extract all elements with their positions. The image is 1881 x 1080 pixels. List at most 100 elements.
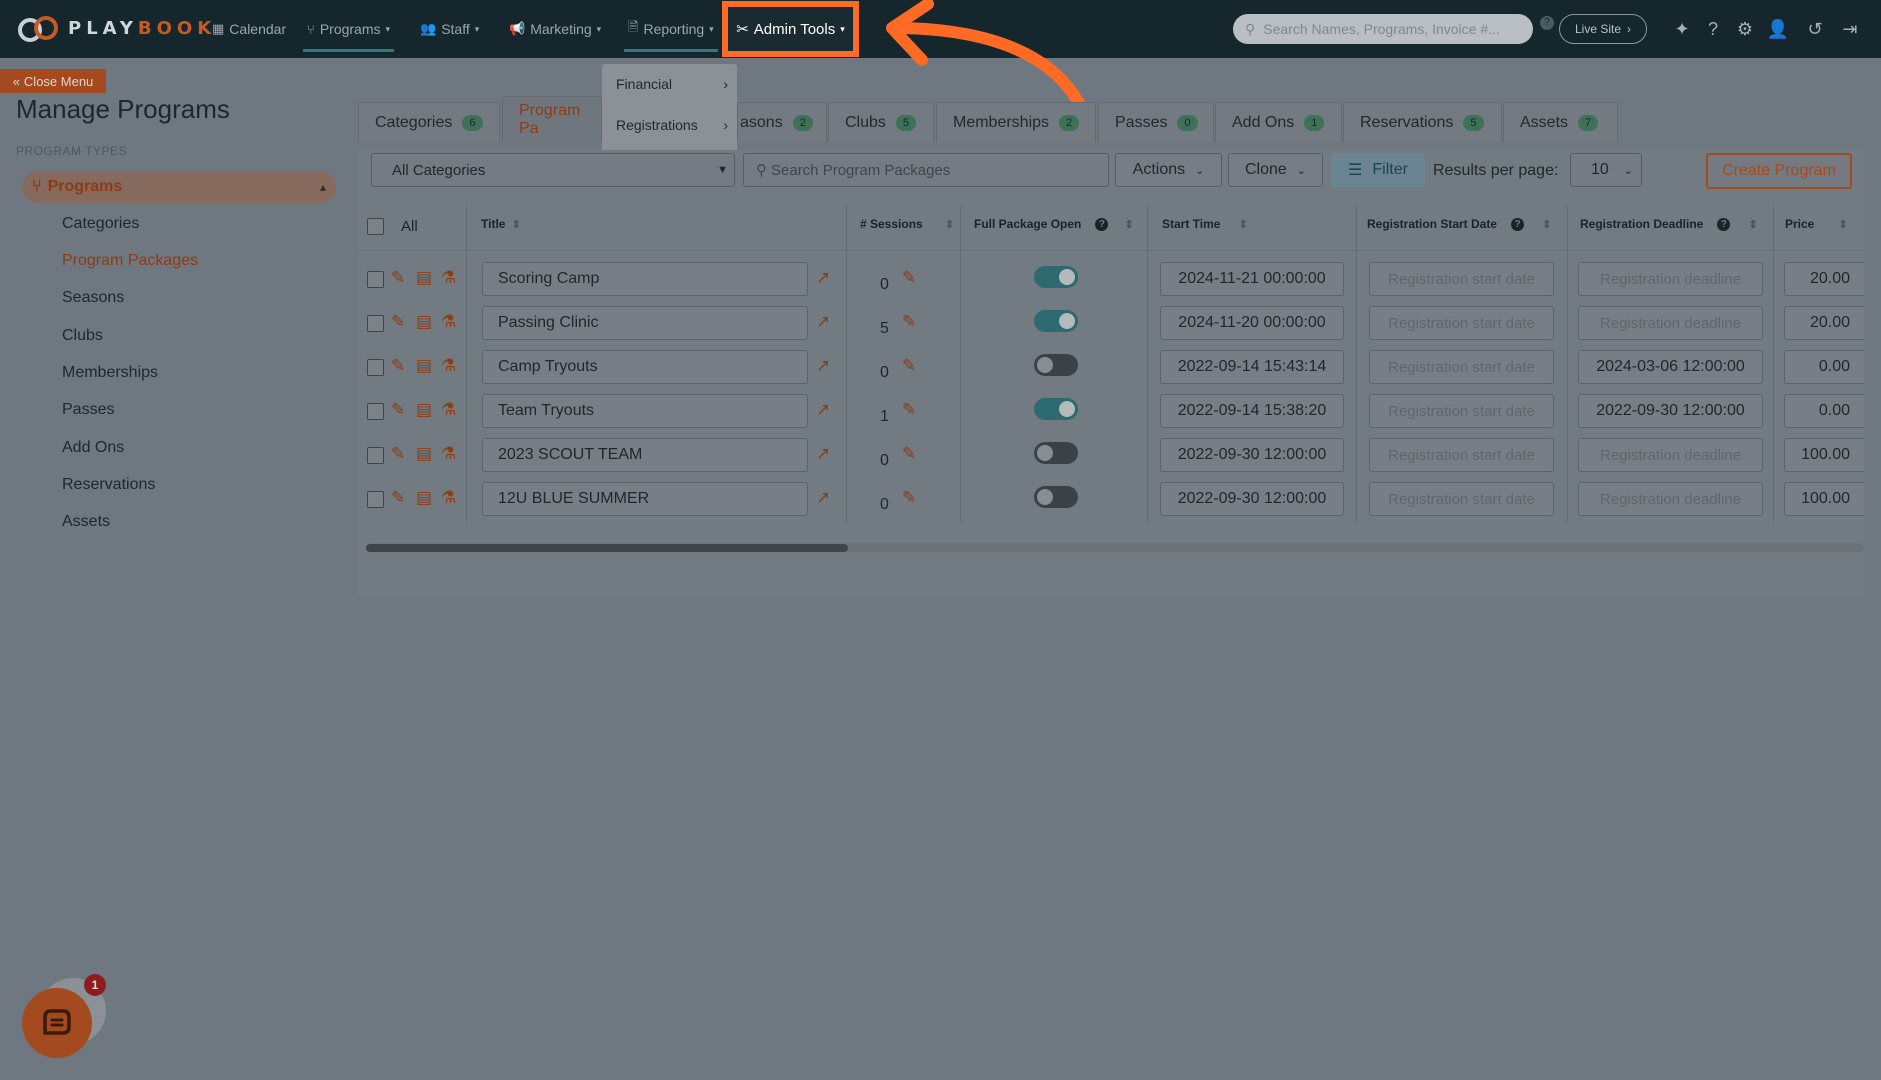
row-checkbox[interactable]	[367, 271, 384, 288]
registration-start-input[interactable]: Registration start date	[1369, 438, 1554, 472]
header-start-time[interactable]: Start Time ⇕	[1162, 217, 1248, 231]
global-search[interactable]: ⚲	[1233, 14, 1533, 44]
tab-assets[interactable]: Assets 7	[1503, 102, 1618, 142]
sidebar-item-memberships[interactable]: Memberships	[62, 364, 158, 382]
pencil-icon[interactable]: ✎	[391, 488, 405, 508]
start-time-input[interactable]: 2024-11-21 00:00:00	[1160, 262, 1344, 296]
close-menu-button[interactable]: « Close Menu	[0, 69, 106, 93]
external-link-icon[interactable]: ↗	[816, 400, 830, 420]
row-checkbox[interactable]	[367, 447, 384, 464]
list-icon[interactable]: ▤	[416, 312, 432, 332]
external-link-icon[interactable]: ↗	[816, 268, 830, 288]
pencil-icon[interactable]: ✎	[902, 400, 916, 420]
registration-start-input[interactable]: Registration start date	[1369, 306, 1554, 340]
nav-calendar[interactable]: ▦ Calendar	[212, 0, 286, 58]
full-package-toggle[interactable]	[1034, 486, 1078, 508]
pencil-icon[interactable]: ✎	[902, 312, 916, 332]
sidebar-item-categories[interactable]: Categories	[62, 215, 139, 233]
help-icon[interactable]: ?	[1511, 217, 1525, 231]
clone-button[interactable]: Clone ⌄	[1228, 153, 1323, 187]
registration-deadline-input[interactable]: Registration deadline	[1578, 482, 1763, 516]
pencil-icon[interactable]: ✎	[391, 268, 405, 288]
help-icon[interactable]: ?	[1717, 217, 1731, 231]
start-time-input[interactable]: 2024-11-20 00:00:00	[1160, 306, 1344, 340]
search-help-icon[interactable]: ?	[1540, 16, 1554, 30]
nav-reporting[interactable]: 🗎 Reporting ▾	[624, 0, 718, 58]
results-per-page-select[interactable]: 10 ⌄	[1570, 153, 1642, 187]
header-registration-deadline[interactable]: Registration Deadline? ⇕	[1580, 217, 1758, 231]
select-all-checkbox[interactable]	[367, 218, 384, 235]
header-registration-start[interactable]: Registration Start Date? ⇕	[1367, 217, 1551, 231]
add-user-icon[interactable]: 👤	[1766, 17, 1790, 41]
price-input[interactable]: 0.00	[1784, 350, 1864, 384]
external-link-icon[interactable]: ↗	[816, 444, 830, 464]
flask-icon[interactable]: ⚗	[441, 444, 456, 464]
title-input[interactable]: 2023 SCOUT TEAM	[482, 438, 808, 472]
registration-deadline-input[interactable]: 2024-03-06 12:00:00	[1578, 350, 1763, 384]
tab-passes[interactable]: Passes 0	[1098, 102, 1214, 142]
price-input[interactable]: 0.00	[1784, 394, 1864, 428]
tab-memberships[interactable]: Memberships 2	[936, 102, 1096, 142]
help-icon[interactable]: ?	[1701, 17, 1725, 41]
history-icon[interactable]: ↺	[1803, 17, 1827, 41]
flask-icon[interactable]: ⚗	[441, 312, 456, 332]
pencil-icon[interactable]: ✎	[902, 488, 916, 508]
live-site-button[interactable]: Live Site ›	[1559, 14, 1647, 44]
sidebar-item-passes[interactable]: Passes	[62, 401, 114, 419]
help-icon[interactable]: ?	[1095, 217, 1109, 231]
flask-icon[interactable]: ⚗	[441, 400, 456, 420]
pencil-icon[interactable]: ✎	[391, 400, 405, 420]
sidebar-item-program-packages[interactable]: Program Packages	[62, 252, 198, 270]
actions-button[interactable]: Actions ⌄	[1115, 153, 1222, 187]
registration-deadline-input[interactable]: 2022-09-30 12:00:00	[1578, 394, 1763, 428]
price-input[interactable]: 20.00	[1784, 262, 1864, 296]
flask-icon[interactable]: ⚗	[441, 268, 456, 288]
tab-clubs[interactable]: Clubs 5	[828, 102, 934, 142]
tab-seasons[interactable]: asons 2	[737, 102, 827, 142]
external-link-icon[interactable]: ↗	[816, 356, 830, 376]
registration-start-input[interactable]: Registration start date	[1369, 262, 1554, 296]
nav-staff[interactable]: 👥 Staff ▾	[420, 0, 479, 58]
tab-categories[interactable]: Categories 6	[358, 102, 500, 142]
list-icon[interactable]: ▤	[416, 444, 432, 464]
header-sessions[interactable]: # Sessions ⇕	[860, 217, 954, 231]
external-link-icon[interactable]: ↗	[816, 488, 830, 508]
program-search-input[interactable]	[771, 161, 1091, 179]
registration-start-input[interactable]: Registration start date	[1369, 482, 1554, 516]
pencil-icon[interactable]: ✎	[902, 356, 916, 376]
nav-programs[interactable]: ⑂ Programs ▾	[302, 0, 395, 58]
pencil-icon[interactable]: ✎	[391, 356, 405, 376]
full-package-toggle[interactable]	[1034, 266, 1078, 288]
row-checkbox[interactable]	[367, 359, 384, 376]
sidebar-item-add-ons[interactable]: Add Ons	[62, 439, 124, 457]
sidebar-item-reservations[interactable]: Reservations	[62, 476, 155, 494]
full-package-toggle[interactable]	[1034, 398, 1078, 420]
pencil-icon[interactable]: ✎	[391, 312, 405, 332]
sparkle-icon[interactable]: ✦	[1670, 17, 1694, 41]
gear-icon[interactable]: ⚙	[1733, 17, 1757, 41]
price-input[interactable]: 100.00	[1784, 482, 1864, 516]
start-time-input[interactable]: 2022-09-30 12:00:00	[1160, 482, 1344, 516]
title-input[interactable]: Camp Tryouts	[482, 350, 808, 384]
registration-start-input[interactable]: Registration start date	[1369, 394, 1554, 428]
sidebar-item-clubs[interactable]: Clubs	[62, 327, 103, 345]
header-full-package-open[interactable]: Full Package Open? ⇕	[974, 217, 1134, 231]
price-input[interactable]: 20.00	[1784, 306, 1864, 340]
row-checkbox[interactable]	[367, 491, 384, 508]
title-input[interactable]: Passing Clinic	[482, 306, 808, 340]
nav-marketing[interactable]: 📢 Marketing ▾	[509, 0, 601, 58]
title-input[interactable]: Team Tryouts	[482, 394, 808, 428]
tab-program-packages[interactable]: Program Pa	[502, 96, 602, 142]
menu-item-registrations[interactable]: Registrations ›	[616, 117, 728, 133]
full-package-toggle[interactable]	[1034, 442, 1078, 464]
row-checkbox[interactable]	[367, 403, 384, 420]
start-time-input[interactable]: 2022-09-14 15:43:14	[1160, 350, 1344, 384]
global-search-input[interactable]	[1263, 21, 1504, 37]
program-search[interactable]: ⚲	[743, 153, 1109, 187]
playbook-logo[interactable]: PLAYBOOK	[16, 10, 216, 46]
full-package-toggle[interactable]	[1034, 354, 1078, 376]
filter-button[interactable]: ☰ Filter	[1331, 153, 1425, 187]
title-input[interactable]: 12U BLUE SUMMER	[482, 482, 808, 516]
category-select[interactable]: All Categories ▼	[371, 153, 735, 187]
sidebar-item-programs[interactable]: ⑂ Programs ▴	[22, 171, 336, 203]
